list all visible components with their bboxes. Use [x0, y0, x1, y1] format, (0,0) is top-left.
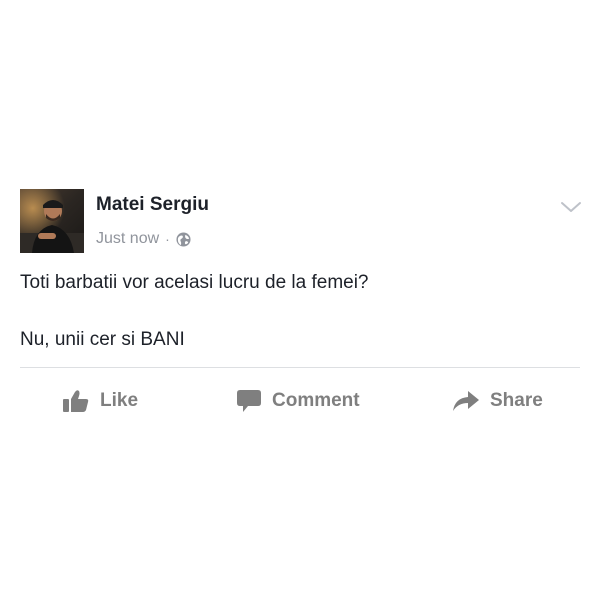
divider — [20, 367, 580, 368]
meta-separator: · — [165, 231, 170, 247]
chevron-down-icon[interactable] — [558, 198, 584, 216]
like-label: Like — [100, 390, 139, 411]
author-name[interactable]: Matei Sergiu — [96, 194, 209, 216]
share-label: Share — [490, 390, 543, 411]
avatar-photo — [20, 189, 84, 253]
avatar[interactable] — [20, 189, 84, 253]
comment-label: Comment — [272, 390, 360, 411]
post-text-line: Toti barbatii vor acelasi lucru de la fe… — [20, 272, 369, 293]
share-button[interactable]: Share — [452, 386, 543, 416]
globe-icon[interactable] — [176, 231, 191, 247]
share-arrow-icon — [453, 391, 479, 411]
thumbs-up-icon — [63, 390, 89, 412]
post-card: Matei Sergiu Just now · Toti barbatii vo… — [0, 0, 600, 600]
timestamp[interactable]: Just now — [96, 230, 159, 248]
comment-button[interactable]: Comment — [236, 386, 360, 416]
post-text-line: Nu, unii cer si BANI — [20, 329, 185, 350]
like-button[interactable]: Like — [62, 386, 138, 416]
speech-bubble-icon — [237, 390, 261, 412]
post-meta: Just now · — [96, 228, 191, 250]
